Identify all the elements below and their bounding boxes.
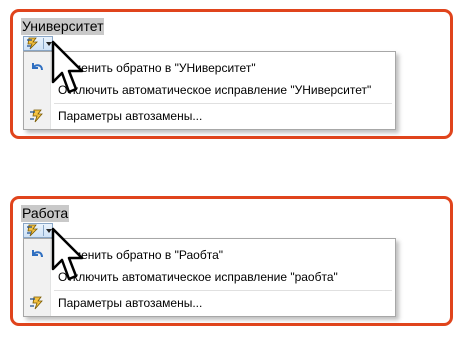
menu-item-label: Отключить автоматическое исправление "УН… (58, 83, 372, 97)
autocorrect-options-button[interactable] (23, 223, 53, 238)
menu-item-autocorrect-options[interactable]: Параметры автозамены... (24, 105, 395, 127)
menu-separator (54, 290, 392, 291)
menu-item-autocorrect-options[interactable]: Параметры автозамены... (24, 292, 395, 314)
autocorrected-word[interactable]: Работа (21, 205, 70, 222)
button-divider (43, 225, 44, 236)
autocorrect-options-icon (30, 109, 43, 123)
button-divider (43, 38, 44, 49)
example-panel-1: Университет Отменить обратно в "УНиверси… (10, 9, 453, 139)
menu-item-label: Параметры автозамены... (58, 296, 203, 310)
menu-item-label: Отключить автоматическое исправление "ра… (58, 270, 338, 284)
undo-icon (32, 250, 43, 258)
mouse-pointer-icon (51, 227, 84, 281)
menu-item-label: Параметры автозамены... (58, 109, 203, 123)
autocorrect-lightning-icon (27, 224, 38, 237)
autocorrected-word[interactable]: Университет (21, 18, 105, 35)
undo-icon (32, 63, 43, 71)
autocorrect-lightning-icon (27, 37, 38, 50)
autocorrect-options-icon (30, 296, 43, 310)
example-panel-2: Работа Отменить обратно в "Раобта" Отклю… (10, 196, 453, 326)
menu-separator (54, 103, 392, 104)
mouse-pointer-icon (51, 40, 84, 94)
autocorrect-options-button[interactable] (23, 36, 53, 51)
